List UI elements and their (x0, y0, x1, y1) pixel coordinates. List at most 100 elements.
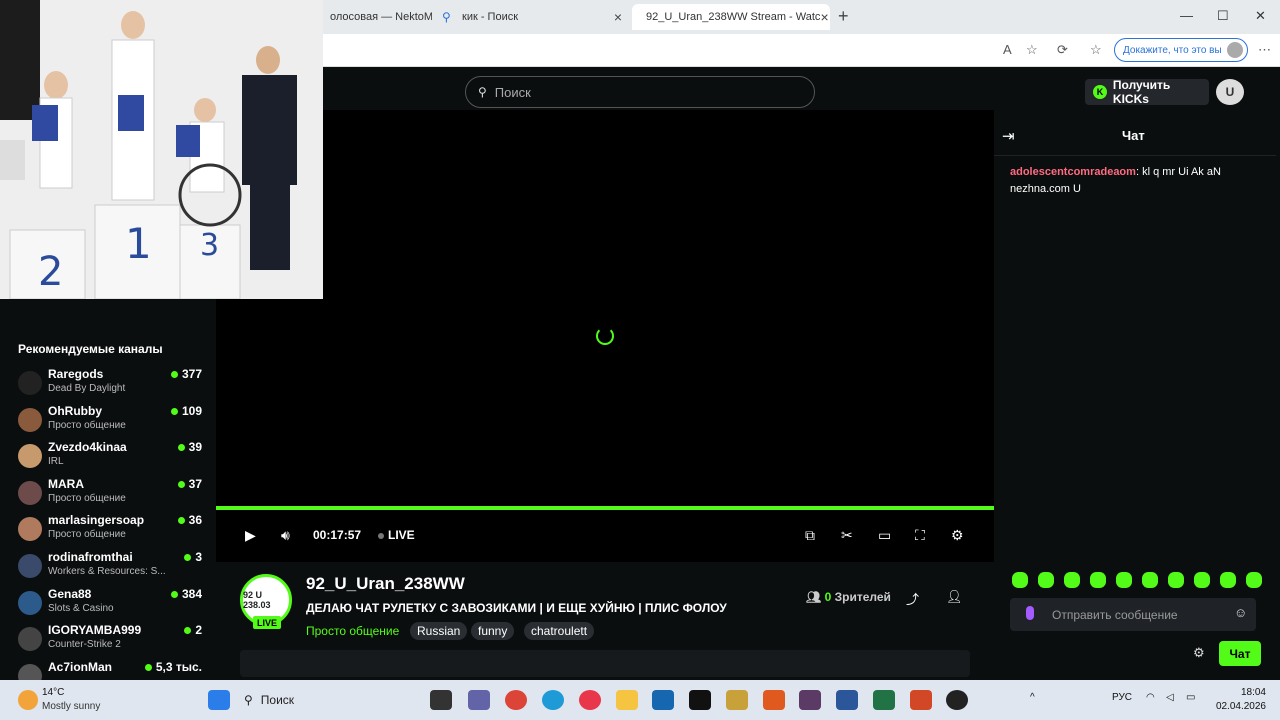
share-icon[interactable]: ⤴ (906, 589, 919, 608)
user-avatar[interactable]: U (1216, 79, 1244, 105)
app-icon[interactable] (946, 690, 968, 710)
collapse-chat-icon[interactable]: ⇥ (1002, 127, 1015, 145)
sidebar-channel[interactable]: OhRubby Просто общение 109 (18, 404, 204, 440)
browser-tab-2[interactable]: ⚲ кик - Поиск × (434, 4, 630, 30)
weather-icon[interactable] (18, 690, 38, 710)
browser-tab-1[interactable]: олосовая — NektoM× (322, 4, 432, 30)
emoji-icon[interactable]: ☺ (1234, 605, 1247, 620)
tiktok-icon[interactable] (689, 690, 711, 710)
maximize-icon[interactable]: ☐ (1217, 8, 1229, 24)
close-tab-icon[interactable]: × (614, 9, 622, 25)
settings-gear-icon[interactable]: ⚙ (951, 527, 964, 544)
chrome-icon[interactable] (505, 690, 527, 710)
play-icon[interactable]: ▶ (245, 527, 256, 544)
favorite-star-icon[interactable]: ☆ (1026, 42, 1038, 58)
taskbar-clock[interactable]: 18:04 02.04.2026 (1214, 686, 1266, 714)
emote-icon[interactable] (1168, 572, 1184, 588)
taskbar-search[interactable]: ⚲ Поиск (244, 688, 374, 712)
word-icon[interactable] (836, 690, 858, 710)
fullscreen-icon[interactable]: ⛶ (915, 527, 925, 544)
chat-username[interactable]: adolescentcomradeaom (1010, 166, 1136, 178)
sidebar-channel[interactable]: MARA Просто общение 37 (18, 477, 204, 513)
channel-category: Просто общение (48, 419, 126, 431)
file-explorer-icon[interactable] (616, 690, 638, 710)
emote-icon[interactable] (1194, 572, 1210, 588)
language-indicator[interactable]: РУС (1112, 692, 1132, 703)
follow-icon[interactable]: 👤︎ (946, 589, 963, 605)
tag-chip[interactable]: funny (471, 622, 515, 640)
battery-icon[interactable]: ▭ (1186, 692, 1195, 703)
channel-name: Zvezdo4kinaa (48, 440, 127, 455)
extensions-icon[interactable]: ⟳ (1057, 42, 1068, 58)
stream-category[interactable]: Просто общение (306, 624, 399, 638)
channel-name: marlasingersoap (48, 513, 145, 528)
clock-date: 02.04.2026 (1215, 701, 1266, 712)
tag-chip[interactable]: Russian (410, 622, 468, 640)
sidebar-channel[interactable]: IGORYAMBA999 Counter-Strike 2 2 (18, 623, 204, 659)
search-input[interactable]: ⚲ Поиск (465, 76, 815, 108)
clock-time: 18:04 (1240, 687, 1266, 698)
emote-icon[interactable] (1246, 572, 1262, 588)
close-tab-icon[interactable]: × (820, 9, 828, 25)
live-indicator: LIVE (378, 528, 415, 542)
video-player[interactable] (216, 110, 994, 508)
app-icon[interactable] (726, 690, 748, 710)
viewer-count: 👥︎ 0 Зрителей (806, 590, 891, 604)
emote-icon[interactable] (1142, 572, 1158, 588)
store-icon[interactable] (652, 690, 674, 710)
pip-icon[interactable]: ⧉ (805, 527, 815, 544)
app-icon[interactable] (799, 690, 821, 710)
wifi-icon[interactable]: ◠ (1146, 692, 1155, 703)
divider (994, 155, 1276, 156)
profile-button[interactable]: Докажите, что это вы (1114, 38, 1248, 62)
windows-start-icon[interactable] (208, 690, 230, 710)
volume-icon[interactable]: 🔊︎ (281, 527, 290, 544)
get-kicks-button[interactable]: K Получить KICKs (1085, 78, 1209, 106)
weather-description[interactable]: Mostly sunny (42, 701, 100, 712)
sidebar-channel[interactable]: Zvezdo4kinaa IRL 39 (18, 440, 204, 476)
emote-icon[interactable] (1090, 572, 1106, 588)
browser-tab-active[interactable]: 92_U_Uran_238WW Stream - Watc × (632, 4, 830, 30)
channel-name[interactable]: 92_U_Uran_238WW (306, 574, 465, 594)
chat-send-button[interactable]: Чат (1219, 641, 1261, 666)
more-menu-icon[interactable]: ⋯ (1258, 42, 1271, 58)
favorites-icon[interactable]: ☆ (1090, 42, 1102, 58)
app-icon[interactable] (763, 690, 785, 710)
edge-icon[interactable] (542, 690, 564, 710)
powerpoint-icon[interactable] (910, 690, 932, 710)
sidebar-channel[interactable]: rodinafromthai Workers & Resources: S... 3 (18, 550, 204, 586)
emote-icon[interactable] (1220, 572, 1236, 588)
chat-settings-icon[interactable]: ⚙ (1193, 645, 1205, 661)
teams-icon[interactable] (468, 690, 490, 710)
tag-chip[interactable]: chatroulett (524, 622, 595, 640)
channel-name: Ac7ionMan (48, 659, 113, 674)
opera-icon[interactable] (579, 690, 601, 710)
read-aloud-icon[interactable]: A (1003, 42, 1012, 57)
speaker-icon[interactable]: ◁ (1166, 692, 1174, 703)
new-tab-icon[interactable]: + (838, 6, 849, 27)
channel-name: OhRubby (48, 403, 102, 418)
clip-icon[interactable]: ✂ (841, 527, 853, 544)
task-view-icon[interactable] (430, 690, 452, 710)
emote-icon[interactable] (1038, 572, 1054, 588)
microphone-icon[interactable] (1026, 606, 1034, 620)
emote-icon[interactable] (1064, 572, 1080, 588)
viewer-number: 109 (181, 403, 202, 418)
excel-icon[interactable] (873, 690, 895, 710)
sidebar-channel[interactable]: marlasingersoap Просто общение 36 (18, 513, 204, 549)
taskbar-search-label: Поиск (260, 693, 295, 707)
theater-mode-icon[interactable]: ▭ (878, 527, 891, 544)
channel-category: Dead By Daylight (48, 383, 126, 394)
viewer-number: 37 (188, 476, 202, 491)
chat-input[interactable]: Отправить сообщение (1010, 598, 1256, 631)
sidebar-channel[interactable]: Gena88 Slots & Casino 384 (18, 587, 204, 623)
sidebar-channel[interactable]: Raregods Dead By Daylight 377 (18, 367, 204, 403)
chevron-up-icon[interactable]: ^ (1030, 692, 1035, 703)
emote-icon[interactable] (1116, 572, 1132, 588)
live-label: LIVE (388, 528, 415, 542)
close-window-icon[interactable]: ✕ (1255, 8, 1266, 24)
minimize-icon[interactable]: — (1180, 8, 1193, 23)
emote-icon[interactable] (1012, 572, 1028, 588)
weather-temperature[interactable]: 14°C (42, 687, 64, 698)
avatar (18, 407, 42, 432)
